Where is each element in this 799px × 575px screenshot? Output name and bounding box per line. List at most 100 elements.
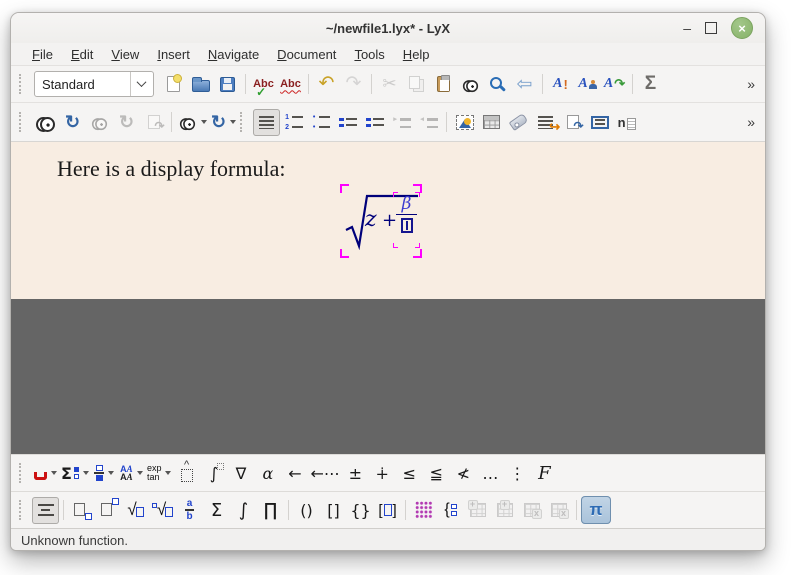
- cancel-export-button[interactable]: [140, 109, 167, 136]
- formula-fraction[interactable]: β: [396, 195, 417, 233]
- ldots-button[interactable]: …: [477, 460, 504, 487]
- insert-cases-button[interactable]: {: [437, 497, 464, 524]
- copy-button[interactable]: [403, 71, 430, 98]
- title-bar[interactable]: ~/newfile1.lyx* - LyX – ×: [11, 13, 765, 43]
- font-styles-button[interactable]: AA AA: [118, 460, 145, 487]
- paragraph-style-select[interactable]: Standard: [34, 71, 154, 97]
- math-frame-button[interactable]: [173, 460, 200, 487]
- add-row-button[interactable]: [464, 497, 491, 524]
- plus-minus-button[interactable]: ±: [342, 460, 369, 487]
- delete-column-button[interactable]: [545, 497, 572, 524]
- menu-file[interactable]: File: [23, 45, 62, 64]
- not-less-button[interactable]: ≮: [450, 460, 477, 487]
- view-master-button[interactable]: [86, 109, 113, 136]
- save-button[interactable]: [214, 71, 241, 98]
- find-button[interactable]: [457, 71, 484, 98]
- parentheses-button[interactable]: (): [293, 497, 320, 524]
- greek-letters-button[interactable]: α: [254, 460, 281, 487]
- paste-button[interactable]: [430, 71, 457, 98]
- description-list-button[interactable]: [334, 109, 361, 136]
- update-other-formats-button[interactable]: ↻: [209, 109, 238, 136]
- view-other-formats-button[interactable]: [176, 109, 209, 136]
- square-root-button[interactable]: √: [122, 497, 149, 524]
- view-button[interactable]: [32, 109, 59, 136]
- brackets-button[interactable]: []: [320, 497, 347, 524]
- labeled-list-button[interactable]: [361, 109, 388, 136]
- undo-button[interactable]: ↶: [313, 71, 340, 98]
- continuous-spellcheck-button[interactable]: Abc: [277, 71, 304, 98]
- product-button[interactable]: ∏: [257, 497, 284, 524]
- minimize-icon[interactable]: –: [683, 23, 691, 33]
- insert-citation-button[interactable]: [559, 109, 586, 136]
- fraction-button[interactable]: ab: [176, 497, 203, 524]
- toggle-math-toolbar-button[interactable]: π: [581, 496, 611, 524]
- math-decorations-button[interactable]: [32, 460, 59, 487]
- emphasis-button[interactable]: A !: [547, 71, 574, 98]
- increase-depth-button[interactable]: ▸: [388, 109, 415, 136]
- dashed-arrows-button[interactable]: ←⋯: [308, 460, 341, 487]
- big-operators-button[interactable]: Σ: [59, 460, 91, 487]
- formula-numerator[interactable]: β: [402, 195, 412, 213]
- paragraph-text[interactable]: Here is a display formula:: [57, 156, 286, 182]
- nabla-button[interactable]: ∇: [227, 460, 254, 487]
- menu-view[interactable]: View: [102, 45, 148, 64]
- menu-document[interactable]: Document: [268, 45, 345, 64]
- display-formula-toggle[interactable]: [32, 497, 59, 524]
- noun-style-button[interactable]: A: [574, 71, 601, 98]
- fractions-button[interactable]: [91, 460, 118, 487]
- navigate-back-button[interactable]: ⇦: [511, 71, 538, 98]
- leq-button[interactable]: ≤: [396, 460, 423, 487]
- formula-variable[interactable]: z: [365, 207, 377, 232]
- braces-button[interactable]: {}: [347, 497, 374, 524]
- toolbar-overflow-button[interactable]: »: [743, 76, 759, 92]
- new-document-button[interactable]: [160, 71, 187, 98]
- add-column-button[interactable]: [491, 497, 518, 524]
- insert-cross-reference-button[interactable]: ↪: [532, 109, 559, 136]
- dot-plus-button[interactable]: ∔: [369, 460, 396, 487]
- superscript-button[interactable]: [95, 497, 122, 524]
- decrease-depth-button[interactable]: ◂: [415, 109, 442, 136]
- apply-style-button[interactable]: A ↷: [601, 71, 628, 98]
- leqq-button[interactable]: ≦: [423, 460, 450, 487]
- open-document-button[interactable]: [187, 71, 214, 98]
- functions-button[interactable]: exp tan: [145, 460, 174, 487]
- menu-help[interactable]: Help: [394, 45, 439, 64]
- maximize-icon[interactable]: [705, 22, 717, 34]
- nth-root-button[interactable]: √: [149, 497, 176, 524]
- big-integral-button[interactable]: ∫: [200, 460, 227, 487]
- insert-graphics-button[interactable]: [451, 109, 478, 136]
- standard-layout-button[interactable]: [253, 109, 280, 136]
- numbered-list-button[interactable]: 1 2: [280, 109, 307, 136]
- update-master-button[interactable]: ↻: [113, 109, 140, 136]
- close-icon[interactable]: ×: [731, 17, 753, 39]
- vdots-button[interactable]: ⋮: [504, 460, 531, 487]
- spellcheck-button[interactable]: Abc ✓: [250, 71, 277, 98]
- delete-row-button[interactable]: [518, 497, 545, 524]
- integral-button[interactable]: ∫: [230, 497, 257, 524]
- arrows-button[interactable]: ←: [281, 460, 308, 487]
- bullet-list-button[interactable]: • •: [307, 109, 334, 136]
- insert-nomenclature-button[interactable]: n: [613, 109, 640, 136]
- document-canvas[interactable]: Here is a display formula: z + β: [11, 141, 765, 299]
- insert-matrix-button[interactable]: [410, 497, 437, 524]
- empty-math-cell[interactable]: [401, 218, 413, 233]
- menu-edit[interactable]: Edit: [62, 45, 102, 64]
- redo-button[interactable]: ↷: [340, 71, 367, 98]
- open-folder-icon: [192, 80, 210, 92]
- insert-math-button[interactable]: Σ: [637, 71, 664, 98]
- sum-button[interactable]: Σ: [203, 497, 230, 524]
- letter-styles-button[interactable]: F: [531, 460, 558, 487]
- menu-tools[interactable]: Tools: [345, 45, 393, 64]
- delimiters-button[interactable]: []: [374, 497, 401, 524]
- cut-button[interactable]: ✂: [376, 71, 403, 98]
- toolbar-overflow-button[interactable]: »: [743, 114, 759, 130]
- menu-insert[interactable]: Insert: [148, 45, 199, 64]
- math-inset[interactable]: z + β: [340, 184, 422, 258]
- insert-label-button[interactable]: [505, 109, 532, 136]
- find-replace-button[interactable]: [484, 71, 511, 98]
- subscript-button[interactable]: [68, 497, 95, 524]
- update-button[interactable]: ↻: [59, 109, 86, 136]
- menu-navigate[interactable]: Navigate: [199, 45, 268, 64]
- insert-table-button[interactable]: [478, 109, 505, 136]
- insert-index-button[interactable]: [586, 109, 613, 136]
